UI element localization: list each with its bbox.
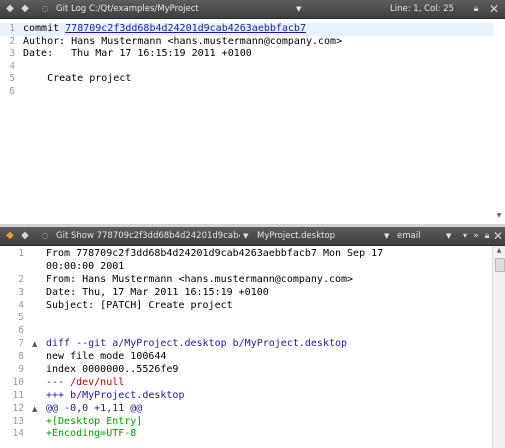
show-line: 4 Subject: [PATCH] Create project: [0, 300, 493, 313]
chevron-down-icon[interactable]: ▼: [446, 227, 451, 245]
file-name: MyProject.desktop: [257, 231, 336, 241]
log-line: 5 Create project: [0, 73, 493, 86]
line-number: 4: [9, 60, 15, 72]
code-text: new file mode 100644: [46, 351, 167, 363]
show-line: 3 Date: Thu, 17 Mar 2011 16:15:19 +0100: [0, 287, 493, 300]
chevron-down-icon[interactable]: ▼: [384, 227, 389, 245]
fold-marker-icon[interactable]: ▲: [32, 340, 37, 348]
line-number: 7: [18, 338, 24, 350]
show-line: 1 From 778709c2f3dd68b4d24201d9cab4263aeb…: [0, 248, 493, 261]
log-editor[interactable]: 1 commit 778709c2f3dd68b4d24201d9cab4263…: [0, 19, 493, 224]
lock-icon: 🔒︎: [473, 4, 479, 14]
show-line: 00:00:00 2001: [0, 261, 493, 274]
show-toolbar: ◆ ◆ ◌ Git Show 778709c2f3dd68b4d24201d9c…: [0, 227, 505, 246]
line-number: 4: [18, 299, 24, 311]
code-text: +Encoding=UTF-8: [46, 428, 137, 440]
log-title: Git Log C:/Qt/examples/MyProject: [56, 4, 199, 14]
line-number: 12: [12, 402, 24, 414]
line-number: 2: [9, 35, 15, 47]
scroll-down-arrow-icon[interactable]: ▼: [493, 211, 505, 221]
show-title-combo[interactable]: Git Show 778709c2f3dd68b4d24201d9cab426.…: [56, 227, 240, 245]
line-number: 1: [9, 23, 15, 34]
close-icon[interactable]: ✕: [486, 1, 502, 17]
line-number: 2: [18, 273, 24, 285]
code-text: index 0000000..5526fe9: [46, 364, 179, 376]
line-number: 9: [18, 364, 24, 376]
code-text: Subject: [PATCH] Create project: [46, 299, 233, 311]
show-scrollbar[interactable]: ▲: [492, 246, 505, 448]
line-number: 6: [9, 85, 15, 97]
line-number: 13: [12, 415, 24, 427]
show-line: 14 +Encoding=UTF-8: [0, 428, 493, 441]
code-text: Date: Thu, 17 Mar 2011 16:15:19 +0100: [46, 286, 269, 298]
code-text: 00:00:00 2001: [46, 260, 125, 272]
encoding-label: email: [397, 231, 421, 241]
line-number: 3: [9, 48, 15, 59]
code-text: --- /dev/null: [46, 376, 125, 388]
line-number: 5: [9, 73, 15, 84]
close-icon[interactable]: ✕: [490, 228, 505, 244]
line-number: 1: [18, 248, 24, 259]
commit-hash-link[interactable]: 778709c2f3dd68b4d24201d9cab4263aebbfacb7: [65, 23, 306, 34]
code-text: Date: Thu Mar 17 16:15:19 2011 +0100: [23, 48, 252, 59]
show-line: 2 From: Hans Mustermann <hans.mustermann@…: [0, 274, 493, 287]
log-title-combo[interactable]: Git Log C:/Qt/examples/MyProject: [56, 0, 296, 18]
log-line: 6: [0, 86, 493, 99]
document-icon: ◌: [41, 231, 49, 240]
chevron-down-icon[interactable]: ▼: [296, 0, 301, 18]
back-arrow-icon[interactable]: ◆: [2, 1, 18, 17]
scroll-up-arrow-icon[interactable]: ▲: [493, 246, 505, 256]
line-number: 11: [12, 389, 24, 401]
code-text: @@ -0,0 +1,11 @@: [46, 402, 143, 414]
show-line: 13 +[Desktop Entry]: [0, 416, 493, 429]
code-text: From 778709c2f3dd68b4d24201d9cab4263aebb…: [46, 248, 384, 259]
encoding-combo[interactable]: email: [397, 227, 445, 245]
code-text: diff --git a/MyProject.desktop b/MyProje…: [46, 338, 348, 350]
forward-arrow-icon[interactable]: ◆: [17, 1, 33, 17]
code-text: commit 778709c2f3dd68b4d24201d9cab4263ae…: [23, 23, 306, 34]
code-text: Author: Hans Mustermann <hans.mustermann…: [23, 35, 343, 47]
line-number: 6: [18, 325, 24, 337]
chevron-down-icon[interactable]: ▼: [243, 227, 248, 245]
show-line: 7 ▲ diff --git a/MyProject.desktop b/MyPro…: [0, 338, 493, 351]
line-number: 5: [18, 312, 24, 324]
log-scrollbar[interactable]: ▼: [493, 19, 505, 224]
code-text: From: Hans Mustermann <hans.mustermann@c…: [46, 273, 354, 285]
commit-keyword: commit: [23, 23, 66, 34]
line-number: 8: [18, 351, 24, 363]
code-text: Create project: [23, 73, 132, 84]
show-title: Git Show 778709c2f3dd68b4d24201d9cab426.…: [56, 231, 240, 241]
log-toolbar: ◆ ◆ ◌ Git Log C:/Qt/examples/MyProject ▼…: [0, 0, 505, 19]
log-line: 3 Date: Thu Mar 17 16:15:19 2011 +0100: [0, 48, 493, 61]
forward-arrow-icon[interactable]: ◆: [17, 228, 33, 244]
line-number: 3: [18, 286, 24, 298]
document-icon: ◌: [41, 4, 49, 13]
scroll-thumb[interactable]: [495, 258, 505, 272]
show-line: 6: [0, 325, 493, 338]
show-line: 9 index 0000000..5526fe9: [0, 364, 493, 377]
cursor-position: Line: 1, Col: 25: [390, 4, 454, 14]
show-line: 12 ▲ @@ -0,0 +1,11 @@: [0, 403, 493, 416]
line-number: 14: [12, 428, 24, 440]
show-editor[interactable]: 1 From 778709c2f3dd68b4d24201d9cab4263aeb…: [0, 246, 493, 448]
log-line: 2 Author: Hans Mustermann <hans.musterma…: [0, 36, 493, 49]
line-number: 10: [12, 376, 24, 388]
file-combo[interactable]: MyProject.desktop: [257, 227, 387, 245]
show-line: 5: [0, 312, 493, 325]
show-line: 8 new file mode 100644: [0, 351, 493, 364]
show-line: 10 --- /dev/null: [0, 377, 493, 390]
fold-marker-icon[interactable]: ▲: [32, 405, 37, 413]
code-text: +++ b/MyProject.desktop: [46, 389, 185, 401]
code-text: +[Desktop Entry]: [46, 415, 143, 427]
log-line: 1 commit 778709c2f3dd68b4d24201d9cab4263…: [0, 23, 493, 36]
show-line: 11 +++ b/MyProject.desktop: [0, 390, 493, 403]
log-line: 4: [0, 61, 493, 74]
back-arrow-icon[interactable]: ◆: [2, 228, 18, 244]
